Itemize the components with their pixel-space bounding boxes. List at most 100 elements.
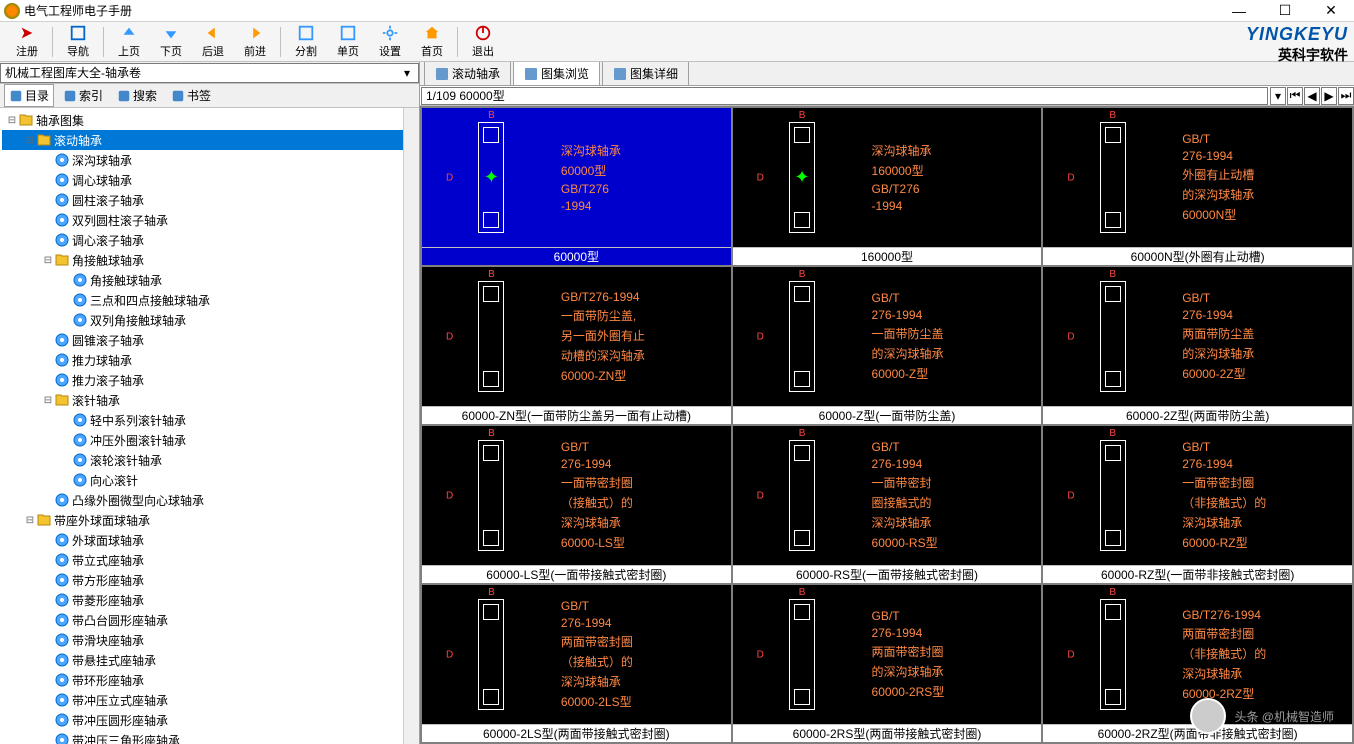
cad-thumbnail[interactable]: BDGB/T276-1994一面带防尘盖的深沟球轴承60000-Z型 bbox=[733, 267, 1042, 406]
up-button[interactable]: 上页 bbox=[108, 23, 150, 61]
thumbnail-cell[interactable]: BDGB/T276-1994一面带密封圈接触式的深沟球轴承60000-RS型60… bbox=[733, 426, 1042, 583]
category-combo[interactable]: 机械工程图库大全-轴承卷 ▾ bbox=[0, 63, 419, 83]
right-tab-2[interactable]: 图集详细 bbox=[602, 62, 689, 85]
tree-node[interactable]: ⊟轴承图集 bbox=[2, 110, 417, 130]
page-icon bbox=[72, 412, 88, 428]
tree-node[interactable]: 冲压外圈滚针轴承 bbox=[2, 430, 417, 450]
exit-button[interactable]: 退出 bbox=[462, 23, 504, 61]
tree-node[interactable]: 向心滚针 bbox=[2, 470, 417, 490]
thumbnail-cell[interactable]: BD✦深沟球轴承160000型GB/T276-1994160000型 bbox=[733, 108, 1042, 265]
last-page-button[interactable]: ⏭ bbox=[1338, 87, 1354, 105]
expand-icon[interactable]: ⊟ bbox=[24, 135, 36, 146]
tree-node[interactable]: 轻中系列滚针轴承 bbox=[2, 410, 417, 430]
tab-index[interactable]: 索引 bbox=[58, 84, 108, 107]
tree-scrollbar[interactable] bbox=[403, 108, 419, 744]
expand-icon[interactable]: ⊟ bbox=[24, 515, 36, 526]
close-button[interactable]: ✕ bbox=[1308, 0, 1354, 22]
expand-icon[interactable]: ⊟ bbox=[42, 395, 54, 406]
first-page-button[interactable]: ⏮ bbox=[1287, 87, 1303, 105]
tree-node[interactable]: 带冲压圆形座轴承 bbox=[2, 710, 417, 730]
prev-page-button[interactable]: ◀ bbox=[1304, 87, 1320, 105]
cad-thumbnail[interactable]: BDGB/T276-1994两面带密封圈的深沟球轴承60000-2RS型 bbox=[733, 585, 1042, 724]
page-icon bbox=[72, 292, 88, 308]
tree-node[interactable]: 双列圆柱滚子轴承 bbox=[2, 210, 417, 230]
tree-node[interactable]: 滚轮滚针轴承 bbox=[2, 450, 417, 470]
thumbnail-cell[interactable]: BDGB/T276-1994两面带密封圈（非接触式）的深沟球轴承60000-2R… bbox=[1043, 585, 1352, 742]
tree-node[interactable]: ⊟带座外球面球轴承 bbox=[2, 510, 417, 530]
cad-thumbnail[interactable]: BDGB/T276-1994两面带防尘盖的深沟球轴承60000-2Z型 bbox=[1043, 267, 1352, 406]
tree-node[interactable]: 调心滚子轴承 bbox=[2, 230, 417, 250]
thumbnail-cell[interactable]: BDGB/T276-1994外圈有止动槽的深沟球轴承60000N型60000N型… bbox=[1043, 108, 1352, 265]
tree-node[interactable]: 带滑块座轴承 bbox=[2, 630, 417, 650]
tree-node[interactable]: ⊟滚动轴承 bbox=[2, 130, 417, 150]
thumbnail-cell[interactable]: BDGB/T276-1994一面带防尘盖的深沟球轴承60000-Z型60000-… bbox=[733, 267, 1042, 424]
tree-node[interactable]: ⊟角接触球轴承 bbox=[2, 250, 417, 270]
thumbnail-cell[interactable]: BD✦深沟球轴承60000型GB/T276-199460000型 bbox=[422, 108, 731, 265]
tab-bookmark[interactable]: 书签 bbox=[166, 84, 216, 107]
tree-node[interactable]: 带方形座轴承 bbox=[2, 570, 417, 590]
cad-thumbnail[interactable]: BDGB/T276-1994一面带密封圈（非接触式）的深沟球轴承60000-RZ… bbox=[1043, 426, 1352, 565]
minimize-button[interactable]: — bbox=[1216, 0, 1262, 22]
thumbnail-cell[interactable]: BDGB/T276-1994两面带密封圈（接触式）的深沟球轴承60000-2LS… bbox=[422, 585, 731, 742]
settings-button[interactable]: 设置 bbox=[369, 23, 411, 61]
tree-node[interactable]: 带凸台圆形座轴承 bbox=[2, 610, 417, 630]
right-tab-1[interactable]: 图集浏览 bbox=[513, 62, 600, 85]
thumbnail-cell[interactable]: BDGB/T276-1994一面带密封圈（非接触式）的深沟球轴承60000-RZ… bbox=[1043, 426, 1352, 583]
register-button[interactable]: 注册 bbox=[6, 23, 48, 61]
path-input[interactable]: 1/109 60000型 bbox=[421, 87, 1268, 105]
tree-node[interactable]: 三点和四点接触球轴承 bbox=[2, 290, 417, 310]
tab-search[interactable]: 搜索 bbox=[112, 84, 162, 107]
forward-button[interactable]: 前进 bbox=[234, 23, 276, 61]
tree-node[interactable]: 凸缘外圈微型向心球轴承 bbox=[2, 490, 417, 510]
tree-node[interactable]: 调心球轴承 bbox=[2, 170, 417, 190]
tree-node[interactable]: 带菱形座轴承 bbox=[2, 590, 417, 610]
page-icon bbox=[54, 652, 70, 668]
tree-node[interactable]: 推力球轴承 bbox=[2, 350, 417, 370]
thumbnail-cell[interactable]: BDGB/T276-1994一面带密封圈（接触式）的深沟球轴承60000-LS型… bbox=[422, 426, 731, 583]
cad-thumbnail[interactable]: BDGB/T276-1994外圈有止动槽的深沟球轴承60000N型 bbox=[1043, 108, 1352, 247]
tree-node[interactable]: 带环形座轴承 bbox=[2, 670, 417, 690]
cad-thumbnail[interactable]: BDGB/T276-1994一面带防尘盖,另一面外圈有止动槽的深沟轴承60000… bbox=[422, 267, 731, 406]
page-icon bbox=[54, 352, 70, 368]
cad-thumbnail[interactable]: BDGB/T276-1994两面带密封圈（接触式）的深沟球轴承60000-2LS… bbox=[422, 585, 731, 724]
tree-node[interactable]: 带立式座轴承 bbox=[2, 550, 417, 570]
expand-icon[interactable]: ⊟ bbox=[42, 255, 54, 266]
tree-node[interactable]: 圆锥滚子轴承 bbox=[2, 330, 417, 350]
tree-node[interactable]: 推力滚子轴承 bbox=[2, 370, 417, 390]
tree-node[interactable]: 双列角接触球轴承 bbox=[2, 310, 417, 330]
next-page-button[interactable]: ▶ bbox=[1321, 87, 1337, 105]
tree-node[interactable]: 带冲压立式座轴承 bbox=[2, 690, 417, 710]
cad-thumbnail[interactable]: BDGB/T276-1994一面带密封圈接触式的深沟球轴承60000-RS型 bbox=[733, 426, 1042, 565]
tree-node[interactable]: 外球面球轴承 bbox=[2, 530, 417, 550]
thumbnail-cell[interactable]: BDGB/T276-1994一面带防尘盖,另一面外圈有止动槽的深沟轴承60000… bbox=[422, 267, 731, 424]
tree-node[interactable]: 圆柱滚子轴承 bbox=[2, 190, 417, 210]
single-button[interactable]: 单页 bbox=[327, 23, 369, 61]
tree-node[interactable]: ⊟滚针轴承 bbox=[2, 390, 417, 410]
right-tab-0[interactable]: 滚动轴承 bbox=[424, 62, 511, 85]
tree-view[interactable]: ⊟轴承图集⊟滚动轴承深沟球轴承调心球轴承圆柱滚子轴承双列圆柱滚子轴承调心滚子轴承… bbox=[0, 108, 419, 744]
cad-thumbnail[interactable]: BD✦深沟球轴承60000型GB/T276-1994 bbox=[422, 108, 731, 247]
tab-toc[interactable]: 目录 bbox=[4, 84, 54, 107]
down-button[interactable]: 下页 bbox=[150, 23, 192, 61]
thumbnail-caption: 60000-2LS型(两面带接触式密封圈) bbox=[422, 724, 731, 742]
thumbnail-caption: 160000型 bbox=[733, 247, 1042, 265]
tree-node[interactable]: 带冲压三角形座轴承 bbox=[2, 730, 417, 744]
cad-thumbnail[interactable]: BDGB/T276-1994一面带密封圈（接触式）的深沟球轴承60000-LS型 bbox=[422, 426, 731, 565]
category-combo-row: 机械工程图库大全-轴承卷 ▾ bbox=[0, 62, 419, 84]
tree-node[interactable]: 深沟球轴承 bbox=[2, 150, 417, 170]
maximize-button[interactable]: ☐ bbox=[1262, 0, 1308, 22]
home-button[interactable]: 首页 bbox=[411, 23, 453, 61]
cad-thumbnail[interactable]: BDGB/T276-1994两面带密封圈（非接触式）的深沟球轴承60000-2R… bbox=[1043, 585, 1352, 724]
book-icon bbox=[36, 132, 52, 148]
tree-node[interactable]: 角接触球轴承 bbox=[2, 270, 417, 290]
nav-button[interactable]: 导航 bbox=[57, 23, 99, 61]
path-dropdown-icon[interactable]: ▾ bbox=[1270, 87, 1286, 105]
cad-thumbnail[interactable]: BD✦深沟球轴承160000型GB/T276-1994 bbox=[733, 108, 1042, 247]
back-button[interactable]: 后退 bbox=[192, 23, 234, 61]
expand-icon[interactable]: ⊟ bbox=[6, 115, 18, 126]
thumbnail-cell[interactable]: BDGB/T276-1994两面带防尘盖的深沟球轴承60000-2Z型60000… bbox=[1043, 267, 1352, 424]
tree-node[interactable]: 带悬挂式座轴承 bbox=[2, 650, 417, 670]
split-button[interactable]: 分割 bbox=[285, 23, 327, 61]
thumbnail-cell[interactable]: BDGB/T276-1994两面带密封圈的深沟球轴承60000-2RS型6000… bbox=[733, 585, 1042, 742]
titlebar: 电气工程师电子手册 — ☐ ✕ bbox=[0, 0, 1354, 22]
